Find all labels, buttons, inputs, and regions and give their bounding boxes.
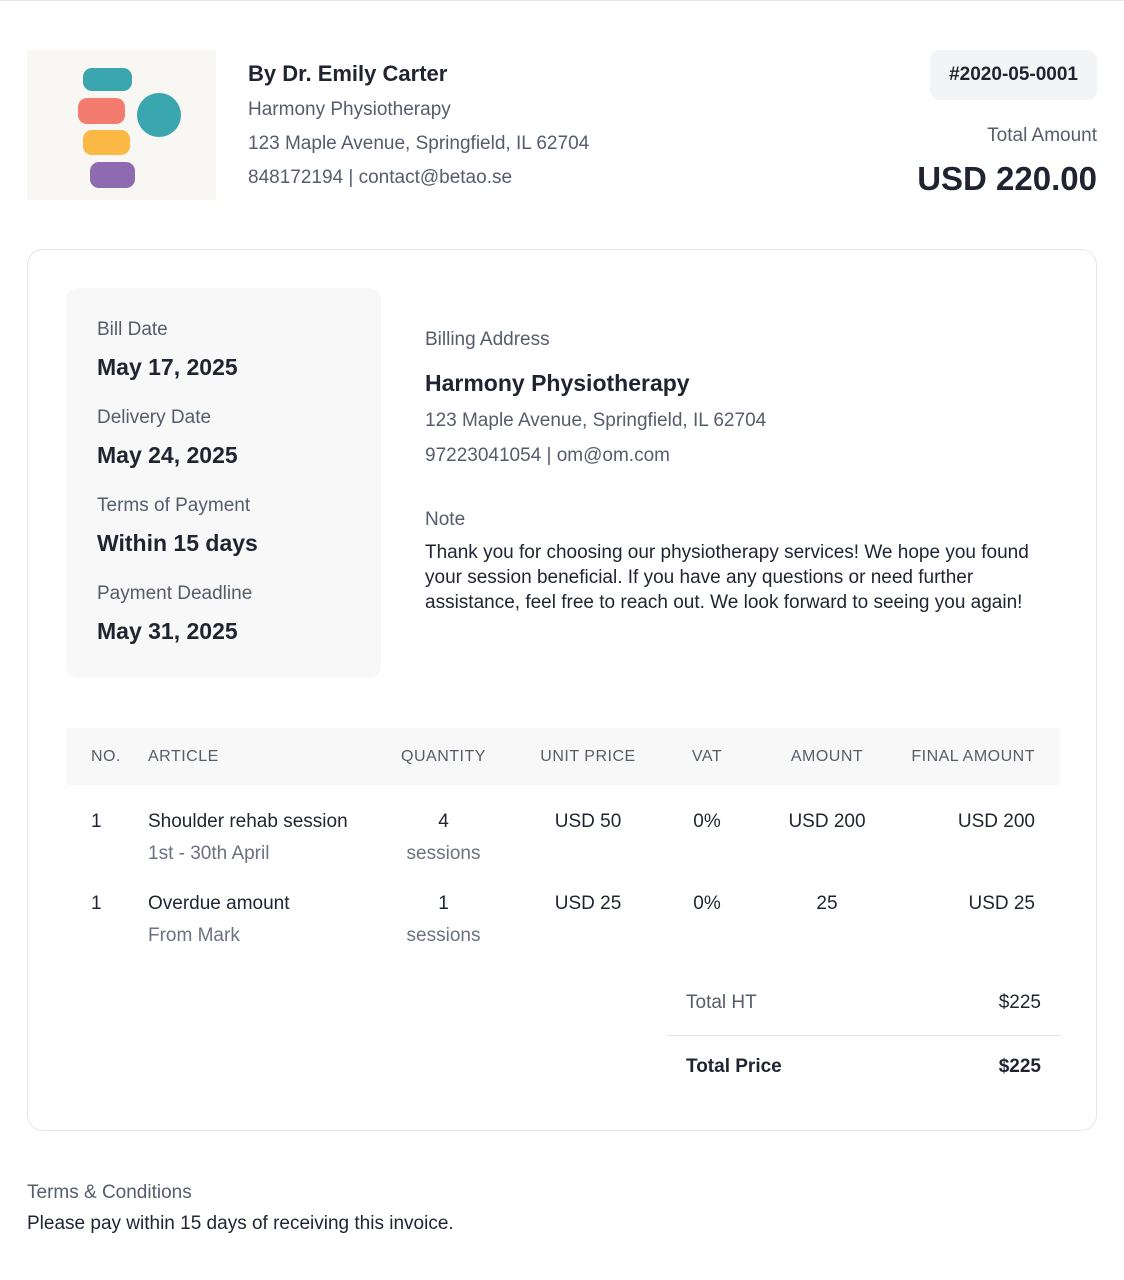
row-final-amount: USD 25 [968, 893, 1035, 914]
row-no: 1 [91, 811, 102, 832]
dates-panel: Bill Date May 17, 2025 Delivery Date May… [66, 288, 381, 678]
row-article-detail: From Mark [148, 925, 240, 946]
subtotal-label: Total HT [686, 992, 757, 1013]
row-vat: 0% [693, 811, 721, 832]
note-text: Thank you for choosing our physiotherapy… [425, 542, 1029, 613]
logo-purple-bar [90, 162, 135, 188]
row-no: 1 [91, 893, 102, 914]
date-label: Delivery Date [97, 407, 212, 428]
logo-teal-circle [137, 93, 181, 137]
invoice-card: Bill Date May 17, 2025 Delivery Date May… [27, 249, 1097, 1131]
date-value: Within 15 days [97, 530, 258, 556]
table-header: NO. ARTICLE QUANTITY UNIT PRICE VAT AMOU… [66, 728, 1060, 785]
terms-text: Please pay within 15 days of receiving t… [27, 1213, 454, 1234]
column-header-article: ARTICLE [148, 748, 219, 765]
terms-label: Terms & Conditions [27, 1182, 192, 1203]
company-logo [27, 50, 216, 200]
delivery-date: Delivery Date May 24, 2025 [97, 406, 350, 470]
total-price-label: Total Price [686, 1056, 782, 1077]
total-price-row: Total Price $225 [666, 1036, 1060, 1096]
date-label: Terms of Payment [97, 495, 251, 516]
total-amount-label: Total Amount [987, 125, 1097, 146]
column-header-vat: VAT [691, 748, 723, 765]
date-value: May 17, 2025 [97, 354, 238, 380]
row-article: Overdue amount [148, 893, 290, 914]
logo-teal-bar [83, 68, 132, 91]
row-amount: 25 [816, 893, 838, 914]
payment-deadline: Payment Deadline May 31, 2025 [97, 582, 350, 646]
row-final-amount: USD 200 [957, 811, 1035, 832]
row-article: Shoulder rehab session [148, 811, 348, 832]
total-price-value: $225 [998, 1056, 1041, 1077]
issuer-company: Harmony Physiotherapy [248, 99, 451, 120]
row-quantity: 4 [438, 811, 449, 832]
terms-section: Terms & Conditions Please pay within 15 … [27, 1181, 454, 1236]
bill-date: Bill Date May 17, 2025 [97, 318, 350, 382]
table-row: 1 Shoulder rehab session 1st - 30th Apri… [66, 809, 1060, 891]
totals-section: Total HT $225 Total Price $225 [666, 972, 1060, 1096]
date-value: May 24, 2025 [97, 442, 238, 468]
top-divider [0, 0, 1124, 1]
billing-address-label: Billing Address [425, 329, 550, 350]
billing-name: Harmony Physiotherapy [425, 370, 690, 396]
billing-address: 123 Maple Avenue, Springfield, IL 62704 [425, 410, 767, 431]
table-row: 1 Overdue amount From Mark 1 sessions US… [66, 891, 1060, 973]
logo-yellow-bar [83, 130, 130, 155]
date-label: Bill Date [97, 319, 168, 340]
total-amount-value: USD 220.00 [917, 160, 1097, 197]
row-quantity-unit: sessions [406, 843, 481, 864]
date-label: Payment Deadline [97, 583, 253, 604]
column-header-quantity: QUANTITY [401, 748, 486, 765]
date-value: May 31, 2025 [97, 618, 238, 644]
issuer-contact: 848172194 | contact@betao.se [248, 167, 513, 188]
billing-section: Billing Address Harmony Physiotherapy 12… [425, 328, 1055, 615]
billing-contact: 97223041054 | om@om.com [425, 445, 670, 466]
column-header-amount: AMOUNT [790, 748, 864, 765]
column-header-final-amount: FINAL AMOUNT [911, 748, 1035, 765]
row-amount: USD 200 [788, 811, 866, 832]
subtotal-row: Total HT $225 [666, 972, 1060, 1032]
column-header-unit-price: UNIT PRICE [540, 748, 636, 765]
row-unit-price: USD 25 [554, 893, 622, 914]
subtotal-value: $225 [998, 992, 1041, 1013]
invoice-number-badge: #2020-05-0001 [930, 50, 1097, 100]
row-quantity-unit: sessions [406, 925, 481, 946]
logo-salmon-bar [78, 98, 125, 124]
row-quantity: 1 [438, 893, 449, 914]
issuer-name: By Dr. Emily Carter [248, 61, 448, 86]
column-header-no: NO. [91, 748, 121, 765]
row-unit-price: USD 50 [554, 811, 622, 832]
issuer-address: 123 Maple Avenue, Springfield, IL 62704 [248, 133, 590, 154]
row-vat: 0% [693, 893, 721, 914]
terms-of-payment: Terms of Payment Within 15 days [97, 494, 350, 558]
issuer-info: By Dr. Emily Carter Harmony Physiotherap… [248, 60, 589, 190]
note-label: Note [425, 509, 466, 530]
row-article-detail: 1st - 30th April [148, 843, 270, 864]
